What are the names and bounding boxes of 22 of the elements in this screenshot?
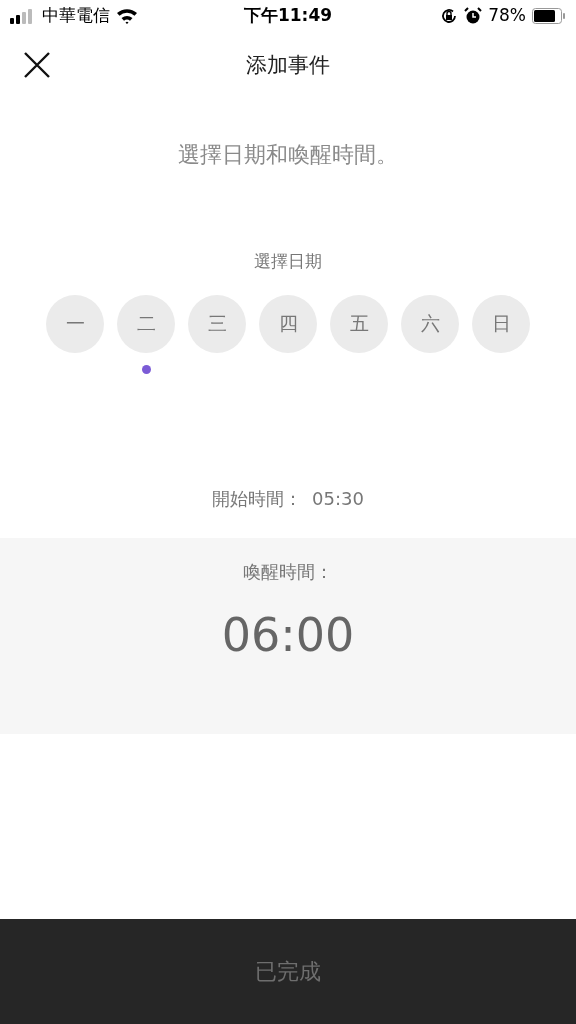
day-button[interactable]: 五 [330, 294, 388, 353]
day-button[interactable]: 六 [401, 294, 459, 353]
wake-time-value[interactable]: 06:00 [221, 600, 355, 670]
carrier-name: 中華電信 [42, 4, 110, 28]
alarm-icon [464, 7, 483, 25]
section-label: 選擇日期 [254, 250, 322, 273]
day-button[interactable]: 二 [117, 294, 175, 353]
day-button[interactable]: 一 [46, 294, 104, 353]
start-time-value: 05:30 [312, 486, 364, 511]
close-icon [24, 52, 50, 78]
instruction-text: 選擇日期和喚醒時間。 [178, 141, 398, 169]
day-button[interactable]: 日 [472, 294, 530, 353]
wake-time-label: 喚醒時間： [243, 559, 333, 584]
day-button[interactable]: 三 [188, 294, 246, 353]
day-button[interactable]: 四 [259, 294, 317, 353]
rotation-lock-icon [440, 7, 459, 25]
start-time-label: 開始時間： [212, 486, 303, 511]
page-title: 添加事件 [246, 52, 330, 80]
clock-time: 下午11:49 [243, 4, 333, 28]
wifi-icon [116, 8, 138, 24]
battery-icon [532, 8, 566, 24]
battery-percent: 78% [488, 4, 526, 28]
